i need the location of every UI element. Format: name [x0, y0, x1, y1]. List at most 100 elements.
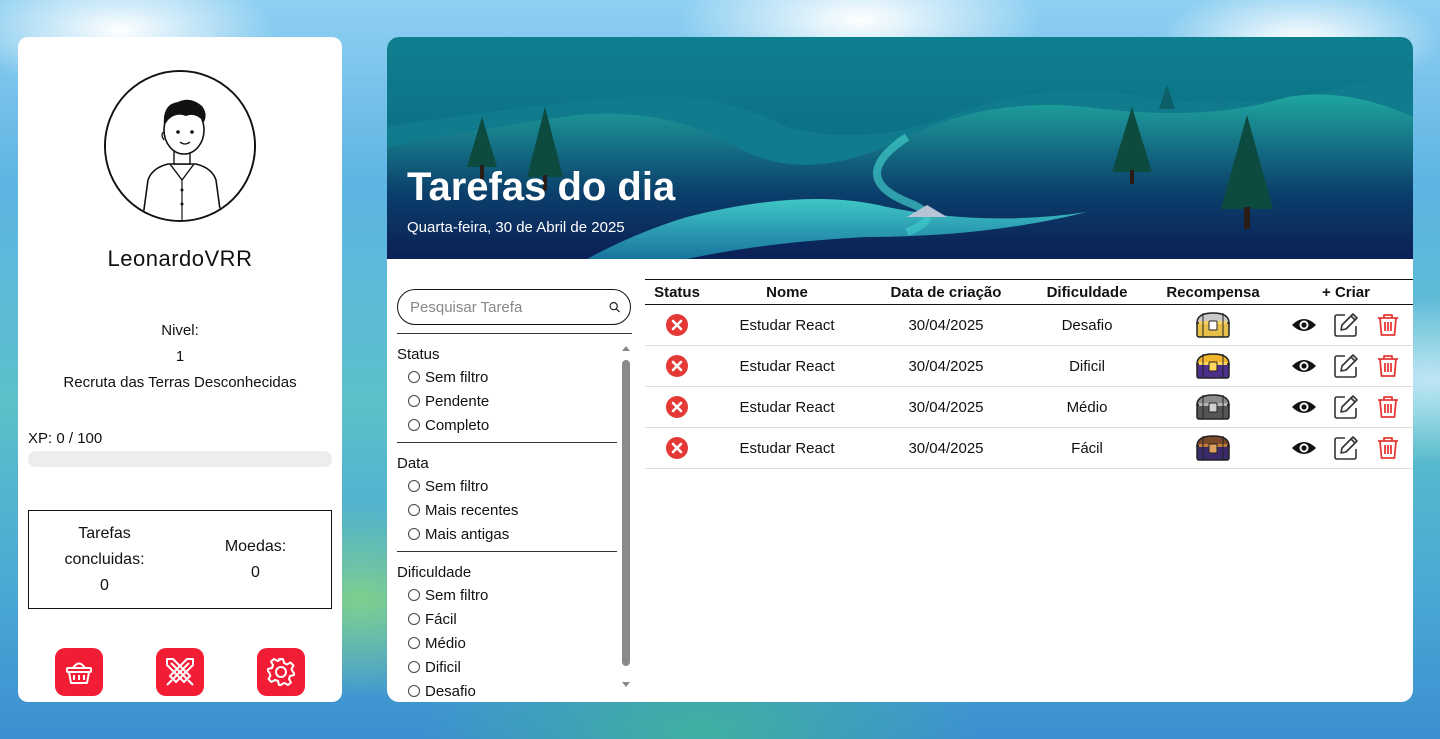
sword-crossed-icon [165, 658, 194, 686]
profile-actions [18, 648, 342, 696]
task-date: 30/04/2025 [865, 304, 1027, 346]
filter-group-dificuldade: Dificuldade Sem filtro Fácil Médio Dific… [397, 552, 617, 702]
search-icon[interactable] [609, 297, 620, 317]
reward-cell [1147, 386, 1279, 428]
scroll-down-arrow-icon[interactable] [622, 682, 630, 687]
radio-button[interactable] [408, 685, 420, 697]
shop-basket-icon [65, 662, 92, 684]
status-pending-x-icon[interactable] [665, 313, 689, 337]
task-difficulty: Médio [1027, 386, 1147, 428]
edit-task-button[interactable] [1333, 312, 1359, 338]
view-task-button[interactable] [1291, 312, 1317, 338]
treasure-chest-icon [1196, 312, 1230, 338]
level-value: 1 [175, 348, 185, 365]
filter-option-data-sem-filtro[interactable]: Sem filtro [397, 474, 617, 498]
treasure-chest-icon [1196, 435, 1230, 461]
radio-button[interactable] [408, 504, 420, 516]
delete-task-button[interactable] [1375, 353, 1401, 379]
avatar [104, 70, 256, 222]
radio-button[interactable] [408, 661, 420, 673]
filter-option-dif-dificil[interactable]: Dificil [397, 655, 617, 679]
current-date: Quarta-feira, 30 de Abril de 2025 [407, 219, 625, 236]
delete-task-button[interactable] [1375, 394, 1401, 420]
view-task-button[interactable] [1291, 394, 1317, 420]
status-cell [645, 304, 709, 346]
scroll-up-arrow-icon[interactable] [622, 346, 630, 351]
table-row: Estudar React 30/04/2025 Desafio [645, 304, 1413, 346]
trash-icon [1378, 437, 1398, 459]
filter-option-dif-medio[interactable]: Médio [397, 631, 617, 655]
delete-task-button[interactable] [1375, 435, 1401, 461]
view-task-button[interactable] [1291, 353, 1317, 379]
reward-cell [1147, 304, 1279, 346]
option-label: Dificil [425, 658, 461, 676]
shop-button[interactable] [54, 648, 103, 696]
view-task-button[interactable] [1291, 435, 1317, 461]
table-row: Estudar React 30/04/2025 Médio [645, 386, 1413, 428]
edit-task-button[interactable] [1333, 435, 1359, 461]
filter-option-status-pendente[interactable]: Pendente [397, 389, 617, 413]
search-input[interactable] [410, 298, 609, 316]
coins-value: 0 [251, 563, 260, 581]
radio-button[interactable] [408, 613, 420, 625]
edit-task-button[interactable] [1333, 394, 1359, 420]
delete-task-button[interactable] [1375, 312, 1401, 338]
radio-button[interactable] [408, 589, 420, 601]
trash-icon [1378, 355, 1398, 377]
settings-button[interactable] [257, 648, 306, 696]
level-info: Nivel: 1 Recruta das Terras Desconhecida… [63, 318, 296, 396]
option-label: Desafio [425, 682, 476, 700]
task-difficulty: Desafio [1027, 304, 1147, 346]
status-pending-x-icon[interactable] [665, 395, 689, 419]
actions-cell [1279, 386, 1413, 428]
task-difficulty: Fácil [1027, 427, 1147, 469]
battle-button[interactable] [155, 648, 204, 696]
task-name: Estudar React [709, 427, 865, 469]
banner: Tarefas do dia Quarta-feira, 30 de Abril… [387, 37, 1413, 259]
task-date: 30/04/2025 [865, 386, 1027, 428]
radio-button[interactable] [408, 480, 420, 492]
eye-icon [1292, 360, 1316, 372]
filter-option-dif-sem-filtro[interactable]: Sem filtro [397, 583, 617, 607]
option-label: Sem filtro [425, 477, 489, 495]
treasure-chest-icon [1196, 394, 1230, 420]
tasks-table-container: Status Nome Data de criação Dificuldade … [645, 279, 1413, 469]
table-header-row: Status Nome Data de criação Dificuldade … [645, 279, 1413, 305]
column-header-status: Status [645, 279, 709, 305]
filter-group-data: Data Sem filtro Mais recentes Mais antig… [397, 443, 617, 552]
radio-button[interactable] [408, 371, 420, 383]
rank-title: Recruta das Terras Desconhecidas [63, 374, 297, 391]
filter-option-data-mais-antigas[interactable]: Mais antigas [397, 522, 617, 546]
filter-list: Status Sem filtro Pendente Completo Data… [397, 334, 617, 702]
scrollbar-thumb[interactable] [622, 360, 630, 666]
task-name: Estudar React [709, 345, 865, 387]
radio-button[interactable] [408, 528, 420, 540]
xp-label: XP: 0 / 100 [28, 430, 103, 447]
task-difficulty: Dificil [1027, 345, 1147, 387]
filter-option-data-mais-recentes[interactable]: Mais recentes [397, 498, 617, 522]
radio-button[interactable] [408, 419, 420, 431]
eye-icon [1292, 442, 1316, 454]
coins-stat: Moedas: 0 [201, 534, 311, 586]
filter-option-dif-facil[interactable]: Fácil [397, 607, 617, 631]
filter-scrollbar[interactable] [620, 344, 632, 689]
page-title: Tarefas do dia [407, 165, 676, 209]
reward-cell [1147, 427, 1279, 469]
column-header-dificuldade: Dificuldade [1027, 279, 1147, 305]
edit-task-button[interactable] [1333, 353, 1359, 379]
status-pending-x-icon[interactable] [665, 354, 689, 378]
create-task-button[interactable]: + Criar [1279, 279, 1413, 305]
actions-cell [1279, 304, 1413, 346]
username: LeonardoVRR [107, 246, 253, 271]
gear-icon [267, 658, 296, 686]
radio-button[interactable] [408, 395, 420, 407]
filter-option-status-completo[interactable]: Completo [397, 413, 617, 437]
option-label: Médio [425, 634, 466, 652]
coins-label: Moedas: [224, 537, 287, 555]
status-pending-x-icon[interactable] [665, 436, 689, 460]
radio-button[interactable] [408, 637, 420, 649]
filter-option-dif-desafio[interactable]: Desafio [397, 679, 617, 702]
eye-icon [1292, 401, 1316, 413]
filter-option-status-sem-filtro[interactable]: Sem filtro [397, 365, 617, 389]
trash-icon [1378, 396, 1398, 418]
